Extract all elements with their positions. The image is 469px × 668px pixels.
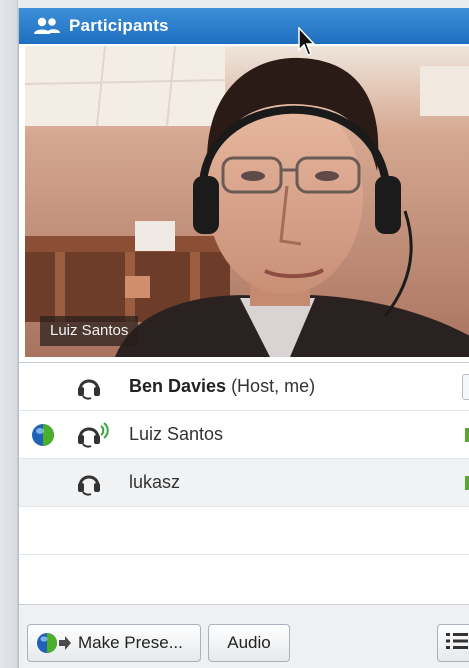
video-name-label: Luiz Santos [40, 316, 139, 346]
mouse-cursor-icon [298, 26, 316, 57]
participant-name: lukasz [129, 472, 181, 492]
status-globe-icon [31, 423, 55, 447]
empty-row [19, 507, 469, 555]
audio-button[interactable]: Audio [208, 624, 290, 662]
make-presenter-label: Make Prese... [78, 633, 183, 652]
meeting-window: Participants Luiz Santos Ben Davies (Hos… [0, 0, 469, 668]
participant-name: Luiz Santos [129, 424, 224, 444]
participant-row[interactable]: lukasz [19, 459, 469, 507]
headset-icon[interactable] [75, 373, 103, 401]
status-indicator [465, 427, 469, 442]
audio-label: Audio [227, 633, 271, 652]
make-presenter-icon [36, 631, 72, 655]
participant-name-text: Ben Davies [129, 376, 227, 396]
participant-name: Ben Davies (Host, me) [129, 376, 315, 397]
list-icon [446, 632, 468, 655]
status-indicator [465, 475, 469, 490]
participants-panel: Participants Luiz Santos Ben Davies (Hos… [18, 8, 469, 668]
list-menu-button[interactable] [437, 624, 469, 662]
participant-row[interactable]: Ben Davies (Host, me) [19, 363, 469, 411]
video-feed: Luiz Santos [25, 46, 469, 357]
headset-icon[interactable] [75, 469, 103, 497]
participant-row[interactable]: Luiz Santos [19, 411, 469, 459]
panel-header[interactable]: Participants [19, 8, 469, 44]
headset-speaking-icon[interactable] [75, 421, 109, 449]
participant-role: (Host, me) [226, 376, 316, 396]
participants-list: Ben Davies (Host, me) Luiz Santos lukasz [19, 362, 469, 608]
panel-title: Participants [69, 16, 169, 35]
left-rail [0, 0, 18, 668]
make-presenter-button[interactable]: Make Prese... [27, 624, 201, 662]
bottom-toolbar: Make Prese... Audio [19, 604, 469, 668]
participants-icon [33, 16, 61, 36]
participant-options-button[interactable] [462, 373, 469, 400]
